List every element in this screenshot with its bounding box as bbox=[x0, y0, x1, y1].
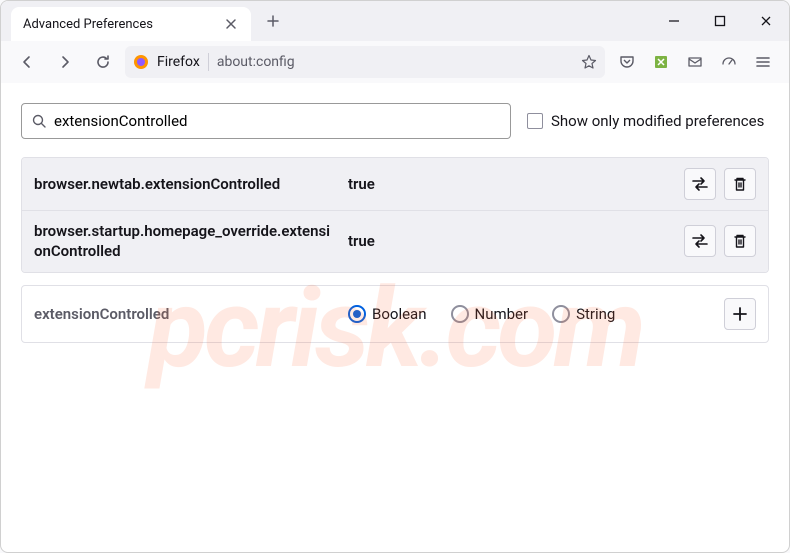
delete-button[interactable] bbox=[724, 225, 756, 257]
search-icon bbox=[32, 114, 46, 128]
url-bar[interactable]: Firefox about:config bbox=[125, 46, 605, 78]
preference-row: browser.newtab.extensionControlled true bbox=[22, 158, 768, 211]
forward-button[interactable] bbox=[49, 46, 81, 78]
search-input[interactable] bbox=[54, 112, 500, 130]
page-content: Show only modified preferences browser.n… bbox=[1, 83, 789, 363]
radio-label: String bbox=[576, 305, 615, 323]
pocket-button[interactable] bbox=[611, 46, 643, 78]
type-radio-group: Boolean Number String bbox=[348, 305, 710, 323]
close-tab-icon[interactable] bbox=[223, 16, 239, 32]
inbox-icon[interactable] bbox=[679, 46, 711, 78]
bookmark-star-icon[interactable] bbox=[581, 54, 597, 70]
radio-icon bbox=[451, 305, 469, 323]
preference-name: browser.newtab.extensionControlled bbox=[34, 174, 334, 194]
preference-value: true bbox=[348, 232, 670, 250]
show-modified-checkbox[interactable]: Show only modified preferences bbox=[527, 112, 764, 130]
window-minimize-button[interactable] bbox=[651, 1, 697, 41]
browser-tab[interactable]: Advanced Preferences bbox=[11, 7, 251, 41]
preference-search-box[interactable] bbox=[21, 103, 511, 139]
add-button[interactable] bbox=[724, 298, 756, 330]
app-menu-button[interactable] bbox=[747, 46, 779, 78]
preference-value: true bbox=[348, 175, 670, 193]
new-tab-button[interactable] bbox=[259, 7, 287, 35]
new-preference-row: extensionControlled Boolean Number Strin… bbox=[21, 285, 769, 343]
url-separator bbox=[208, 53, 209, 71]
tab-title: Advanced Preferences bbox=[23, 17, 153, 32]
window-titlebar: Advanced Preferences bbox=[1, 1, 789, 41]
reload-button[interactable] bbox=[87, 46, 119, 78]
url-text: about:config bbox=[217, 54, 295, 70]
preference-row: browser.startup.homepage_override.extens… bbox=[22, 211, 768, 272]
radio-icon bbox=[348, 305, 366, 323]
toggle-button[interactable] bbox=[684, 225, 716, 257]
firefox-icon bbox=[133, 54, 149, 70]
url-identity: Firefox bbox=[157, 54, 200, 70]
back-button[interactable] bbox=[11, 46, 43, 78]
window-maximize-button[interactable] bbox=[697, 1, 743, 41]
radio-icon bbox=[552, 305, 570, 323]
radio-label: Boolean bbox=[372, 305, 427, 323]
preferences-list: browser.newtab.extensionControlled true … bbox=[21, 157, 769, 273]
checkbox-icon bbox=[527, 113, 543, 129]
dashboard-icon[interactable] bbox=[713, 46, 745, 78]
delete-button[interactable] bbox=[724, 168, 756, 200]
navigation-toolbar: Firefox about:config bbox=[1, 41, 789, 83]
radio-number[interactable]: Number bbox=[451, 305, 529, 323]
extension-icon[interactable] bbox=[645, 46, 677, 78]
window-close-button[interactable] bbox=[743, 1, 789, 41]
checkbox-label: Show only modified preferences bbox=[551, 112, 764, 130]
preference-name: browser.startup.homepage_override.extens… bbox=[34, 221, 334, 262]
radio-boolean[interactable]: Boolean bbox=[348, 305, 427, 323]
toggle-button[interactable] bbox=[684, 168, 716, 200]
new-preference-name: extensionControlled bbox=[34, 305, 334, 323]
radio-string[interactable]: String bbox=[552, 305, 615, 323]
radio-label: Number bbox=[475, 305, 529, 323]
